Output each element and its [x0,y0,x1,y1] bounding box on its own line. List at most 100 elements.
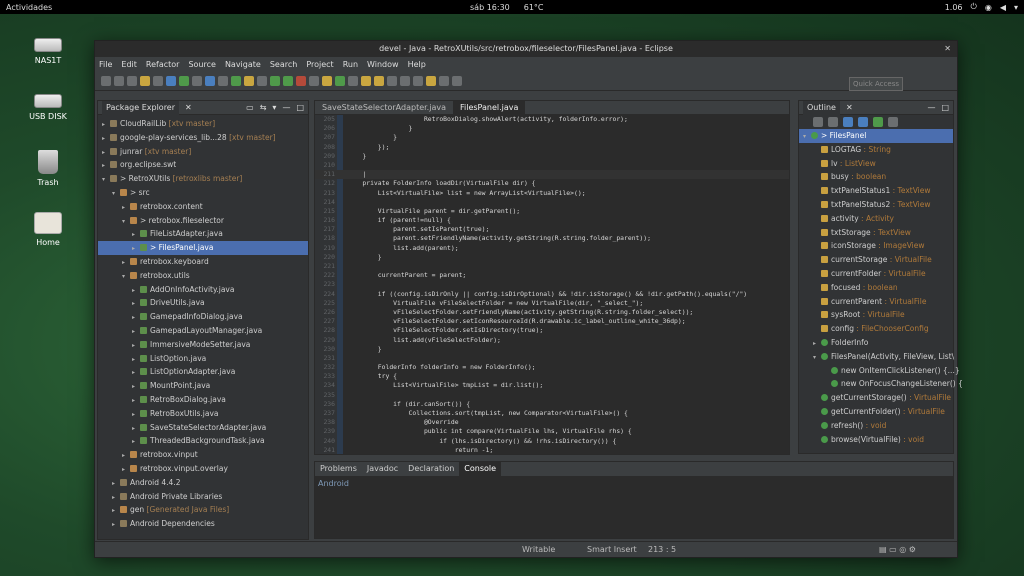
close-icon[interactable]: ✕ [944,41,951,57]
toolbar-icon[interactable] [244,75,254,86]
tree-item[interactable]: ▸ Android 4.4.2 [98,476,308,490]
console-tab-javadoc[interactable]: Javadoc [362,462,403,476]
avd-icon[interactable] [179,75,189,86]
code-line[interactable]: 230 } [315,345,789,354]
next-annotation-icon[interactable] [400,75,410,86]
collapsed-arrow-icon[interactable]: ▸ [132,394,140,408]
tree-item[interactable]: ▸ Android Private Libraries [98,490,308,504]
toolbar-icon[interactable] [153,75,163,86]
code-line[interactable]: 240 if (lhs.isDirectory() && !rhs.isDire… [315,437,789,446]
sort-icon[interactable] [813,117,823,127]
save-icon[interactable] [114,75,124,86]
code-line[interactable]: 215 VirtualFile parent = dir.getParent()… [315,207,789,216]
hide-nonpublic-icon[interactable] [858,117,868,127]
collapsed-arrow-icon[interactable]: ▸ [132,325,140,339]
print-icon[interactable] [140,75,150,86]
expanded-arrow-icon[interactable]: ▾ [112,187,120,201]
code-line[interactable]: 226 vFileSelectFolder.setFriendlyName(ac… [315,308,789,317]
search-icon[interactable] [374,75,384,86]
collapsed-arrow-icon[interactable]: ▸ [132,228,140,242]
code-line[interactable]: 229 list.add(vFileSelectFolder); [315,336,789,345]
minimize-icon[interactable]: — [927,103,935,112]
code-line[interactable]: 205 RetroBoxDialog.showAlert(activity, f… [315,115,789,124]
clock[interactable]: sáb 16:30 [470,3,510,12]
tree-item[interactable]: ▸ junrar [xtv master] [98,145,308,159]
collapsed-arrow-icon[interactable]: ▸ [132,435,140,449]
new-package-icon[interactable] [335,75,345,86]
window-titlebar[interactable]: devel - Java - RetroXUtils/src/retrobox/… [95,41,957,57]
outline-item[interactable]: LOGTAG : String [799,143,953,157]
tree-item[interactable]: ▸ retrobox.vinput.overlay [98,462,308,476]
expanded-arrow-icon[interactable]: ▾ [122,215,130,229]
code-line[interactable]: 211 | [315,170,789,180]
minimize-icon[interactable]: — [282,103,290,112]
code-line[interactable]: 234 List<VirtualFile> tmpList = dir.list… [315,381,789,390]
toolbar-icon[interactable] [309,75,319,86]
tree-item[interactable]: ▸ ListOptionAdapter.java [98,365,308,379]
activities-button[interactable]: Actividades [6,3,52,12]
code-line[interactable]: 235 [315,391,789,400]
toolbar-icon[interactable] [218,75,228,86]
toolbar-icon[interactable] [205,75,215,86]
code-line[interactable]: 208 }); [315,143,789,152]
last-edit-icon[interactable] [426,75,436,86]
toolbar-icon[interactable] [387,75,397,86]
code-line[interactable]: 212 private FolderInfo loadDir(VirtualFi… [315,179,789,188]
collapsed-arrow-icon[interactable]: ▸ [102,132,110,146]
hide-local-types-icon[interactable] [873,117,883,127]
menu-edit[interactable]: Edit [121,60,137,69]
forward-icon[interactable] [452,75,462,86]
package-explorer-tab[interactable]: Package Explorer [102,100,180,115]
view-menu-icon[interactable] [888,117,898,127]
tree-item[interactable]: ▸ CloudRailLib [xtv master] [98,117,308,131]
hide-static-icon[interactable] [843,117,853,127]
tree-arrow-icon[interactable]: ▸ [813,337,821,351]
debug-icon[interactable] [270,75,280,86]
outline-item[interactable]: iconStorage : ImageView [799,239,953,253]
tree-item[interactable]: ▸ retrobox.vinput [98,448,308,462]
tree-item[interactable]: ▸ GamepadLayoutManager.java [98,324,308,338]
code-line[interactable]: 233 try { [315,372,789,381]
code-line[interactable]: 209 } [315,152,789,161]
link-editor-icon[interactable]: ⇆ [260,103,267,112]
menu-file[interactable]: File [99,60,112,69]
collapsed-arrow-icon[interactable]: ▸ [122,449,130,463]
new-class-icon[interactable] [322,75,332,86]
tree-item[interactable]: ▸ DriveUtils.java [98,296,308,310]
tree-item[interactable]: ▸ GamepadInfoDialog.java [98,310,308,324]
temperature[interactable]: 61°C [524,3,544,12]
tree-item[interactable]: ▸ org.eclipse.swt [98,158,308,172]
code-area[interactable]: 205 RetroBoxDialog.showAlert(activity, f… [315,115,789,454]
outline-item[interactable]: getCurrentFolder() : VirtualFile [799,405,953,419]
menu-navigate[interactable]: Navigate [225,60,261,69]
tree-item[interactable]: ▸ FileListAdapter.java [98,227,308,241]
toolbar-icon[interactable] [192,75,202,86]
hide-fields-icon[interactable] [828,117,838,127]
maximize-icon[interactable]: □ [296,103,304,112]
code-line[interactable]: 213 List<VirtualFile> list = new ArrayLi… [315,189,789,198]
code-line[interactable]: 231 [315,354,789,363]
run-icon[interactable] [283,75,293,86]
console-tab-problems[interactable]: Problems [315,462,362,476]
outline-item[interactable]: txtPanelStatus2 : TextView [799,198,953,212]
outline-item[interactable]: getCurrentStorage() : VirtualFile [799,391,953,405]
outline-item[interactable]: txtPanelStatus1 : TextView [799,184,953,198]
collapsed-arrow-icon[interactable]: ▸ [132,408,140,422]
code-line[interactable]: 218 parent.setFriendlyName(activity.getS… [315,234,789,243]
menu-icon[interactable]: ▾ [1014,3,1018,12]
back-icon[interactable] [439,75,449,86]
external-tools-icon[interactable] [296,75,306,86]
tree-item[interactable]: ▸ MountPoint.java [98,379,308,393]
tree-item[interactable]: ▸ AddOnInfoActivity.java [98,283,308,297]
expanded-arrow-icon[interactable]: ▾ [102,173,110,187]
collapsed-arrow-icon[interactable]: ▸ [102,146,110,160]
menu-help[interactable]: Help [408,60,426,69]
view-menu-icon[interactable]: ▾ [272,103,276,112]
desktop-icon-nas[interactable]: NAS1T [18,32,78,65]
tree-item[interactable]: ▸ RetroBoxUtils.java [98,407,308,421]
desktop-icon-trash[interactable]: Trash [18,150,78,187]
code-line[interactable]: 238 @Override [315,418,789,427]
code-line[interactable]: 224 if ((config.isDirOnly || config.isDi… [315,290,789,299]
menu-run[interactable]: Run [343,60,358,69]
collapsed-arrow-icon[interactable]: ▸ [132,422,140,436]
